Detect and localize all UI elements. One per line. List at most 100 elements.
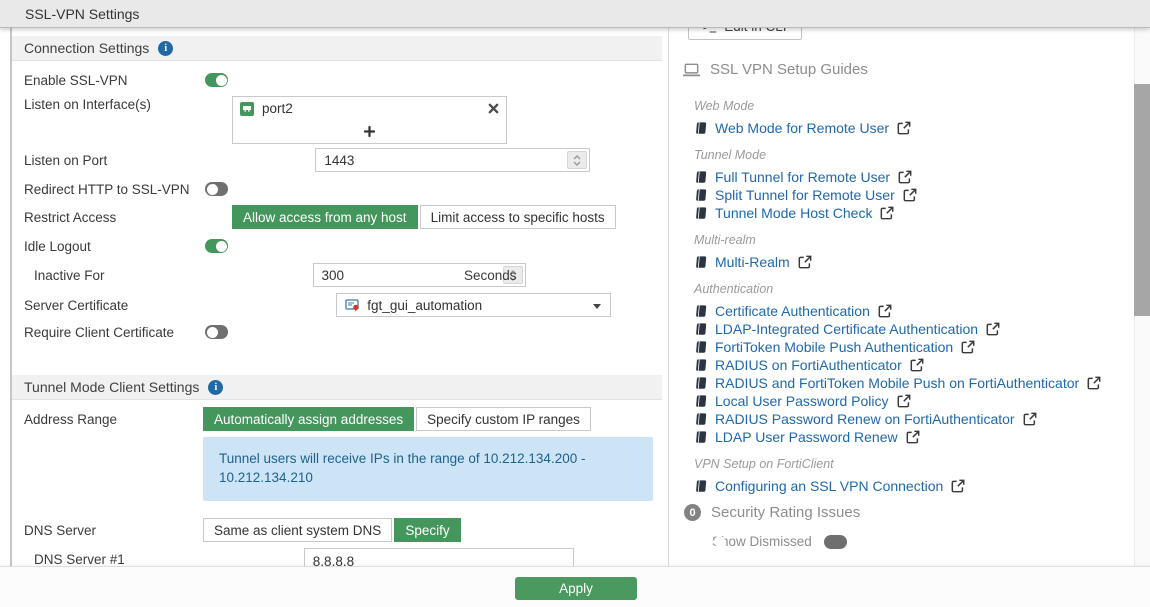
guide-link[interactable]: Multi-Realm: [715, 254, 790, 270]
listen-interfaces-label: Listen on Interface(s): [24, 93, 151, 117]
external-link-icon[interactable]: [1023, 412, 1037, 426]
guide-row: Web Mode for Remote User: [680, 119, 1140, 137]
book-icon: [694, 412, 707, 426]
ip-range-info-text: Tunnel users will receive IPs in the ran…: [219, 451, 585, 485]
setup-guides-list: Web Mode Web Mode for Remote: [680, 88, 1140, 495]
guide-category-label: Web Mode: [694, 99, 754, 113]
allow-any-host-option[interactable]: Allow access from any host: [232, 205, 418, 229]
guide-row: Configuring an SSL VPN Connection: [680, 477, 1140, 495]
guide-link[interactable]: LDAP User Password Renew: [715, 429, 898, 445]
require-client-cert-row: Require Client Certificate: [24, 320, 664, 344]
book-icon: [694, 358, 707, 372]
idle-logout-toggle[interactable]: [205, 239, 228, 253]
restrict-access-row: Restrict Access Allow access from any ho…: [24, 205, 664, 229]
guide-link[interactable]: Web Mode for Remote User: [715, 120, 889, 136]
guide-row: RADIUS and FortiToken Mobile Push on For…: [680, 374, 1140, 392]
guide-category-label: Tunnel Mode: [694, 148, 766, 162]
external-link-icon[interactable]: [798, 255, 812, 269]
enable-ssl-vpn-toggle[interactable]: [205, 73, 228, 87]
info-icon[interactable]: i: [208, 380, 223, 395]
external-link-icon[interactable]: [961, 340, 975, 354]
server-certificate-value: fgt_gui_automation: [367, 298, 482, 313]
guide-link[interactable]: Tunnel Mode Host Check: [715, 205, 872, 221]
external-link-icon[interactable]: [878, 304, 892, 318]
interface-entry: port2: [233, 97, 506, 120]
remove-interface-icon[interactable]: [488, 103, 499, 114]
page-title: SSL-VPN Settings: [25, 6, 139, 22]
server-certificate-row: Server Certificate fgt_gui_automation: [24, 293, 664, 317]
redirect-http-label: Redirect HTTP to SSL-VPN: [24, 182, 190, 197]
guide-category-label: Authentication: [694, 282, 773, 296]
redirect-http-toggle[interactable]: [205, 182, 228, 196]
guide-row: VPN Setup on FortiClient: [680, 455, 1140, 473]
add-interface-button[interactable]: [233, 120, 506, 143]
external-link-icon[interactable]: [910, 358, 924, 372]
show-dismissed-row: Show Dismissed: [712, 534, 847, 549]
guide-link[interactable]: Local User Password Policy: [715, 393, 889, 409]
security-rating-count-badge: 0: [684, 504, 701, 521]
book-icon: [694, 304, 707, 318]
sidebar-scrollbar-thumb[interactable]: [1134, 84, 1150, 316]
book-icon: [694, 255, 707, 269]
port-interface-icon: [240, 102, 254, 116]
address-range-segmented: Automatically assign addresses Specify c…: [203, 407, 591, 431]
guide-link[interactable]: Split Tunnel for Remote User: [715, 187, 895, 203]
guide-link[interactable]: RADIUS on FortiAuthenticator: [715, 357, 902, 373]
guide-category-label: Multi-realm: [694, 233, 756, 247]
guide-link[interactable]: RADIUS Password Renew on FortiAuthentica…: [715, 411, 1015, 427]
laptop-icon: [682, 63, 701, 77]
guide-row: Authentication: [680, 280, 1140, 298]
book-icon: [694, 188, 707, 202]
external-link-icon[interactable]: [880, 206, 894, 220]
apply-button[interactable]: Apply: [515, 577, 637, 600]
guide-row: FortiToken Mobile Push Authentication: [680, 338, 1140, 356]
port-stepper[interactable]: [567, 151, 587, 169]
external-link-icon[interactable]: [986, 322, 1000, 336]
info-icon[interactable]: i: [158, 41, 173, 56]
enable-ssl-vpn-label: Enable SSL-VPN: [24, 73, 128, 88]
guide-link[interactable]: FortiToken Mobile Push Authentication: [715, 339, 953, 355]
guide-link[interactable]: LDAP-Integrated Certificate Authenticati…: [715, 321, 978, 337]
restrict-access-segmented: Allow access from any host Limit access …: [232, 205, 616, 229]
listen-port-label: Listen on Port: [24, 153, 107, 168]
certificate-icon: [345, 298, 360, 312]
idle-logout-row: Idle Logout: [24, 234, 664, 258]
server-certificate-select[interactable]: fgt_gui_automation: [336, 293, 611, 317]
listen-port-input[interactable]: 1443: [315, 148, 590, 172]
external-link-icon[interactable]: [903, 188, 917, 202]
setup-guides-header: SSL VPN Setup Guides: [682, 61, 868, 78]
connection-settings-header: Connection Settings i: [12, 36, 662, 61]
external-link-icon[interactable]: [897, 394, 911, 408]
limit-hosts-option[interactable]: Limit access to specific hosts: [420, 205, 616, 229]
guide-link[interactable]: Full Tunnel for Remote User: [715, 169, 890, 185]
external-link-icon[interactable]: [951, 479, 965, 493]
guide-row: Multi-realm: [680, 231, 1140, 249]
guide-row: Local User Password Policy: [680, 392, 1140, 410]
listen-interfaces-row: Listen on Interface(s) port2: [24, 93, 664, 143]
guide-link[interactable]: RADIUS and FortiToken Mobile Push on For…: [715, 375, 1079, 391]
external-link-icon[interactable]: [898, 170, 912, 184]
external-link-icon[interactable]: [897, 121, 911, 135]
specify-dns-option[interactable]: Specify: [394, 518, 460, 542]
guide-row: RADIUS on FortiAuthenticator: [680, 356, 1140, 374]
server-certificate-label: Server Certificate: [24, 298, 128, 313]
guide-link[interactable]: Configuring an SSL VPN Connection: [715, 478, 943, 494]
ip-range-info-box: Tunnel users will receive IPs in the ran…: [203, 437, 653, 501]
external-link-icon[interactable]: [1087, 376, 1101, 390]
same-as-client-dns-option[interactable]: Same as client system DNS: [203, 518, 392, 542]
guide-row: Certificate Authentication: [680, 302, 1140, 320]
address-range-label: Address Range: [24, 412, 117, 427]
listen-port-row: Listen on Port 1443: [24, 148, 664, 172]
guide-category-label: VPN Setup on FortiClient: [694, 457, 834, 471]
guide-row: Tunnel Mode Host Check: [680, 204, 1140, 222]
book-icon: [694, 479, 707, 493]
custom-ranges-option[interactable]: Specify custom IP ranges: [416, 407, 591, 431]
guide-link[interactable]: Certificate Authentication: [715, 303, 870, 319]
book-icon: [694, 322, 707, 336]
external-link-icon[interactable]: [906, 430, 920, 444]
show-dismissed-toggle[interactable]: [824, 535, 847, 549]
require-client-cert-toggle[interactable]: [205, 325, 228, 339]
book-icon: [694, 206, 707, 220]
seconds-unit-label: Seconds: [464, 268, 517, 283]
auto-assign-option[interactable]: Automatically assign addresses: [203, 407, 414, 431]
